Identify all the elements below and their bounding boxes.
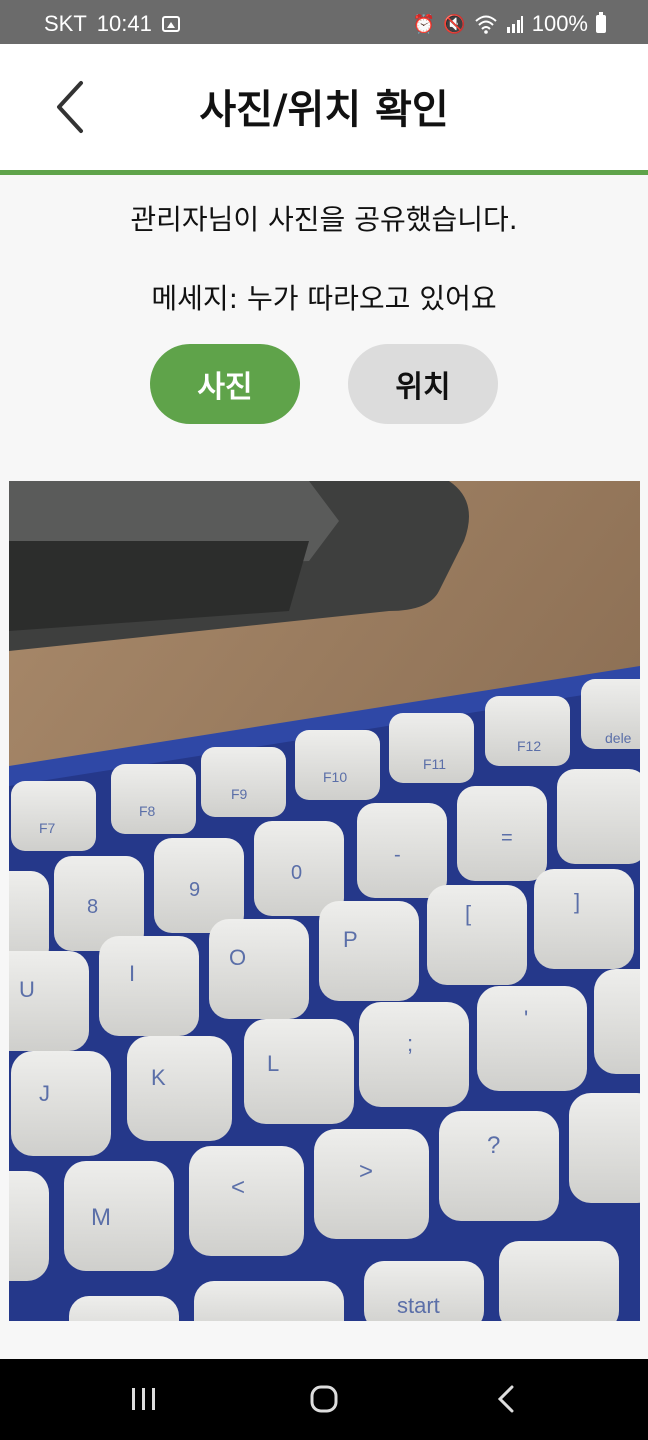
- svg-text:': ': [524, 1006, 528, 1031]
- back-icon: [497, 1385, 514, 1413]
- wifi-icon: [475, 15, 497, 34]
- svg-text:start: start: [397, 1293, 440, 1318]
- svg-text:F7: F7: [39, 820, 56, 836]
- home-button[interactable]: [294, 1379, 354, 1419]
- gallery-icon: [161, 16, 180, 32]
- clock: 10:41: [96, 11, 152, 36]
- svg-text:F8: F8: [139, 803, 156, 819]
- alarm-icon: ⏰: [412, 14, 436, 34]
- location-tab-button[interactable]: 위치: [348, 344, 498, 424]
- message-text: 메세지: 누가 따라오고 있어요: [151, 282, 497, 315]
- header-divider: [0, 170, 648, 175]
- home-icon: [310, 1385, 338, 1413]
- system-nav-bar: [0, 1359, 648, 1440]
- svg-text:K: K: [151, 1065, 166, 1090]
- svg-text:dele: dele: [605, 730, 632, 746]
- app-bar: 사진/위치 확인: [0, 44, 648, 171]
- svg-text:M: M: [91, 1204, 111, 1231]
- svg-text:[: [: [465, 901, 471, 926]
- svg-text:F12: F12: [517, 738, 541, 754]
- status-bar: SKT 10:41 ⏰ 🔇 100%: [0, 0, 648, 44]
- share-notice: 관리자님이 사진을 공유했습니다.: [130, 203, 518, 236]
- battery-label: 100%: [531, 11, 588, 36]
- svg-text:U: U: [19, 977, 35, 1002]
- page-title: 사진/위치 확인: [199, 87, 449, 133]
- svg-text:F11: F11: [423, 756, 446, 772]
- recent-apps-icon: [132, 1388, 155, 1410]
- svg-text:J: J: [39, 1081, 50, 1106]
- svg-text:<: <: [231, 1174, 245, 1201]
- svg-text:=: =: [501, 827, 513, 849]
- svg-text:F9: F9: [231, 786, 248, 802]
- mute-icon: 🔇: [443, 14, 466, 34]
- svg-text:;: ;: [407, 1031, 413, 1056]
- status-right: ⏰ 🔇 100%: [413, 11, 606, 37]
- svg-text:8: 8: [87, 896, 98, 918]
- svg-text:>: >: [359, 1158, 373, 1185]
- svg-text:I: I: [129, 961, 135, 986]
- svg-text:F10: F10: [323, 769, 347, 785]
- svg-text:O: O: [229, 945, 246, 970]
- svg-text:0: 0: [291, 862, 302, 884]
- nav-back-button[interactable]: [476, 1379, 536, 1419]
- svg-text:L: L: [267, 1051, 279, 1076]
- carrier-label: SKT: [44, 11, 87, 36]
- keyboard-photo-illustration: F7 F8 F9 F10 F11 F12 dele 8 9 0 - = U I …: [9, 481, 640, 1321]
- battery-icon: [596, 12, 606, 33]
- svg-text:-: -: [394, 844, 401, 866]
- recent-apps-button[interactable]: [114, 1379, 174, 1419]
- shared-photo: F7 F8 F9 F10 F11 F12 dele 8 9 0 - = U I …: [9, 481, 640, 1321]
- svg-text:]: ]: [574, 889, 580, 914]
- svg-text:?: ?: [487, 1132, 500, 1159]
- photo-tab-button[interactable]: 사진: [150, 344, 300, 424]
- svg-text:P: P: [343, 927, 358, 952]
- svg-text:9: 9: [189, 879, 200, 901]
- signal-icon: [506, 16, 523, 33]
- status-left: SKT 10:41: [44, 11, 180, 37]
